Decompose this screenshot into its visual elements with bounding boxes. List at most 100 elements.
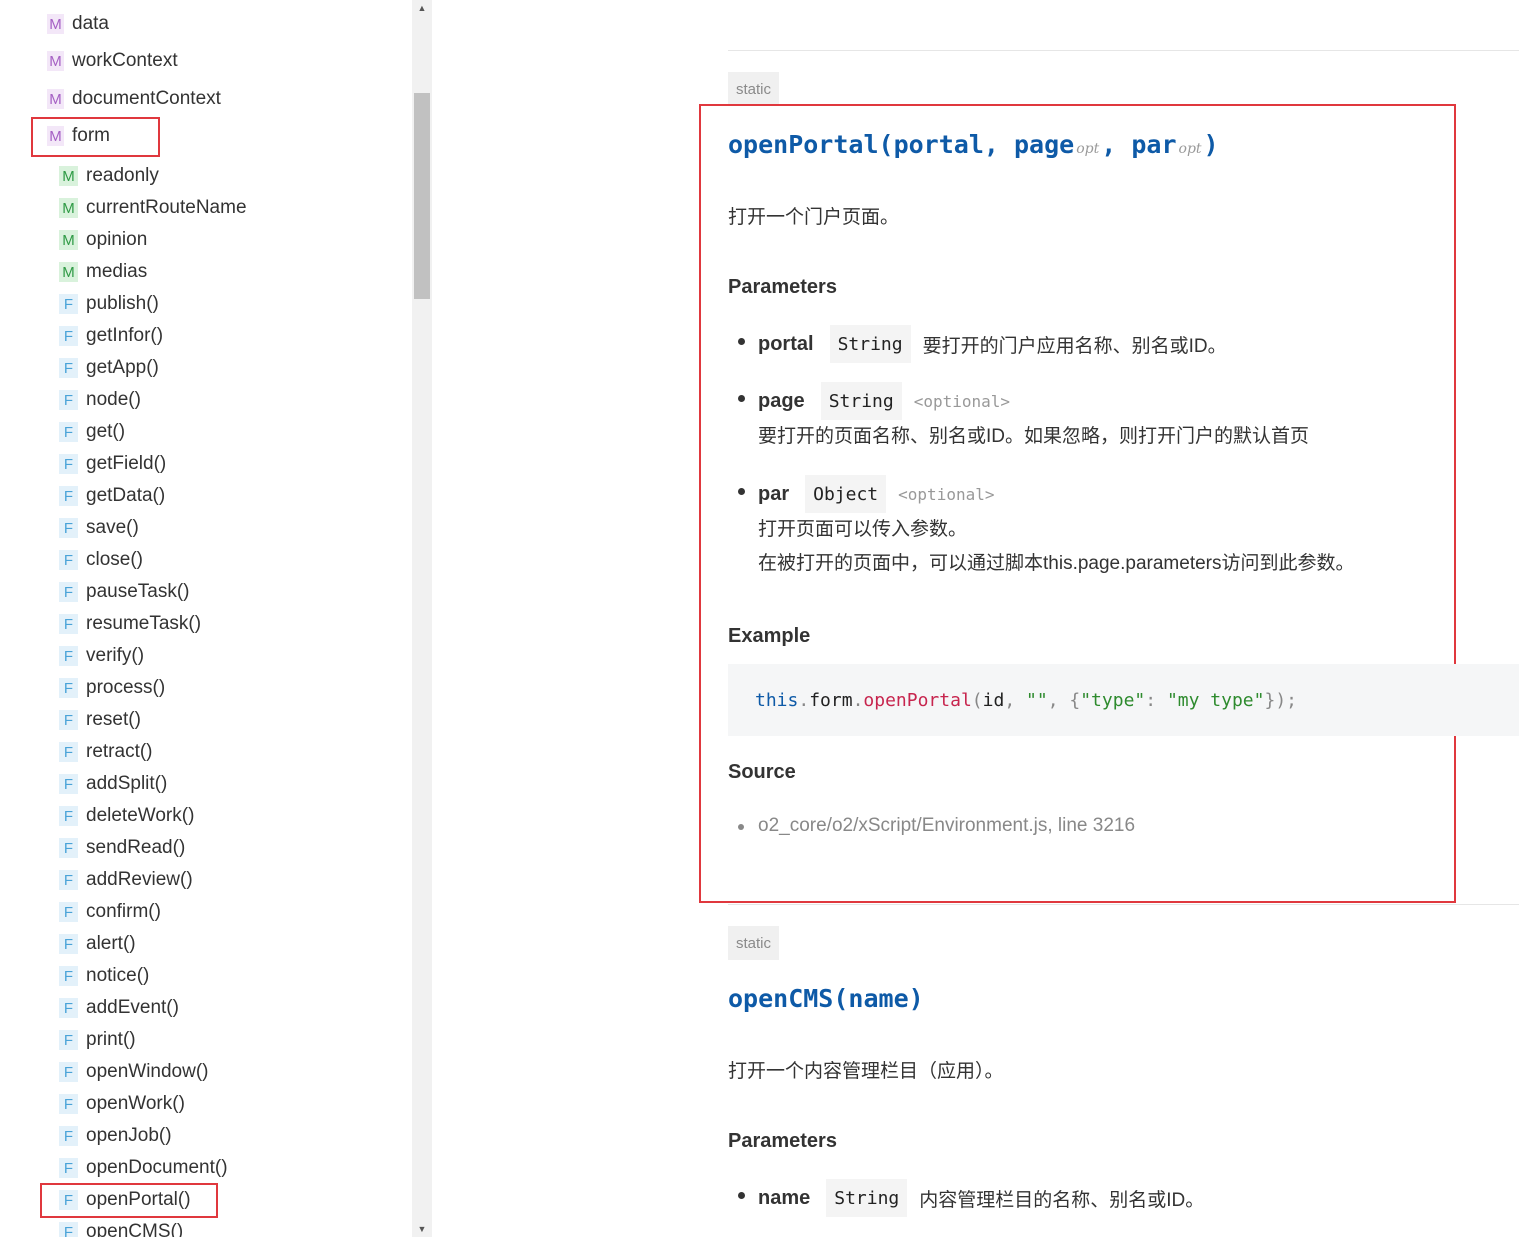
- sidebar-item-label: openWindow(): [86, 1061, 209, 1082]
- param-description: 要打开的门户应用名称、别名或ID。: [922, 335, 1227, 357]
- sidebar-item-publish[interactable]: Fpublish(): [59, 291, 159, 317]
- param-optional: <optional>: [913, 391, 1011, 411]
- function-badge: F: [59, 742, 78, 762]
- sidebar-item-label: workContext: [72, 50, 178, 71]
- code-token: }: [1264, 689, 1276, 711]
- sidebar-item-node[interactable]: Fnode(): [59, 387, 141, 413]
- doc-content: static openPortal(portal, page opt, par op…: [432, 0, 1519, 1237]
- sidebar-item-print[interactable]: Fprint(): [59, 1027, 136, 1053]
- sidebar-item-notice[interactable]: Fnotice(): [59, 963, 149, 989]
- param-type: String: [820, 382, 902, 420]
- code-token: form: [809, 689, 853, 711]
- sidebar-item-addreview[interactable]: FaddReview(): [59, 867, 193, 893]
- sidebar-item-addsplit[interactable]: FaddSplit(): [59, 771, 167, 797]
- sidebar-item-save[interactable]: Fsave(): [59, 515, 139, 541]
- sidebar-item-label: getApp(): [86, 357, 159, 378]
- scroll-down-arrow-icon[interactable]: ▼: [412, 1221, 432, 1237]
- sidebar-item-openwork[interactable]: FopenWork(): [59, 1091, 185, 1117]
- sidebar-item-get[interactable]: Fget(): [59, 419, 125, 445]
- sidebar-item-resumetask[interactable]: FresumeTask(): [59, 611, 201, 637]
- sidebar-item-label: readonly: [86, 165, 159, 186]
- code-token: .: [852, 689, 864, 711]
- sidebar-item-sendread[interactable]: FsendRead(): [59, 835, 185, 861]
- param-optional: <optional>: [898, 484, 995, 504]
- param-name: portal: [893, 130, 984, 159]
- function-badge: F: [59, 326, 78, 346]
- member-badge: M: [47, 14, 64, 34]
- code-token: id: [982, 689, 1005, 711]
- sidebar-item-label: documentContext: [72, 88, 221, 109]
- sidebar-item-opencms[interactable]: FopenCMS(): [59, 1219, 183, 1237]
- param-type: Object: [805, 475, 887, 513]
- sidebar-item-label: openJob(): [86, 1125, 172, 1146]
- sidebar-scrollbar[interactable]: ▲ ▼: [412, 0, 432, 1237]
- code-token: );: [1275, 689, 1298, 711]
- sidebar-item-data[interactable]: M data: [47, 11, 109, 37]
- sidebar-item-openjob[interactable]: FopenJob(): [59, 1123, 172, 1149]
- example-heading: Example: [728, 625, 811, 647]
- sidebar-item-medias[interactable]: M medias: [59, 259, 147, 285]
- function-badge: F: [59, 1158, 78, 1178]
- param-description: 打开页面可以传入参数。: [758, 519, 968, 540]
- member-badge: M: [59, 262, 78, 282]
- sidebar-item-label: sendRead(): [86, 837, 186, 858]
- static-tag: static: [728, 72, 780, 106]
- code-token: ,: [1004, 689, 1026, 711]
- sidebar-item-getfield[interactable]: FgetField(): [59, 451, 166, 477]
- sidebar-item-getinfor[interactable]: FgetInfor(): [59, 323, 163, 349]
- code-token: {: [1069, 689, 1081, 711]
- param-description: 在被打开的页面中，可以通过脚本this.page.parameters访问到此参…: [758, 553, 1355, 574]
- sidebar-item-addevent[interactable]: FaddEvent(): [59, 995, 179, 1021]
- code-token: openPortal: [863, 689, 972, 711]
- sidebar-item-getapp[interactable]: FgetApp(): [59, 355, 159, 381]
- function-badge: F: [59, 582, 78, 602]
- sidebar-item-label: addReview(): [86, 869, 193, 890]
- sidebar-item-getdata[interactable]: FgetData(): [59, 483, 165, 509]
- sidebar-item-retract[interactable]: Fretract(): [59, 739, 153, 765]
- sidebar-item-label: getField(): [86, 453, 167, 474]
- sidebar-item-label: close(): [86, 549, 144, 570]
- scroll-up-arrow-icon[interactable]: ▲: [412, 0, 432, 16]
- scrollbar-thumb[interactable]: [414, 93, 430, 299]
- code-token: ,: [1047, 689, 1070, 711]
- member-badge: M: [59, 198, 78, 218]
- paren: (: [878, 130, 894, 159]
- sidebar-item-process[interactable]: Fprocess(): [59, 675, 165, 701]
- sidebar-item-label: notice(): [86, 965, 150, 986]
- sidebar-item-opendocument[interactable]: FopenDocument(): [59, 1155, 228, 1181]
- sidebar-item-deletework[interactable]: FdeleteWork(): [59, 803, 194, 829]
- sidebar-item-opinion[interactable]: M opinion: [59, 227, 147, 253]
- bullet-icon: [738, 338, 745, 345]
- sidebar-item-currentroutename[interactable]: M currentRouteName: [59, 195, 247, 221]
- member-badge: M: [47, 89, 64, 109]
- comma: ,: [983, 130, 1014, 159]
- bullet-icon: [738, 488, 745, 495]
- param-name: par: [1131, 130, 1177, 159]
- function-badge: F: [59, 1094, 78, 1114]
- sidebar-item-reset[interactable]: Freset(): [59, 707, 141, 733]
- sidebar-item-label: publish(): [86, 293, 159, 314]
- sidebar-item-alert[interactable]: Falert(): [59, 931, 136, 957]
- optional-marker: opt: [1178, 141, 1202, 157]
- sidebar-item-label: save(): [86, 517, 139, 538]
- sidebar-item-readonly[interactable]: M readonly: [59, 163, 159, 189]
- sidebar-item-pausetask[interactable]: FpauseTask(): [59, 579, 190, 605]
- function-badge: F: [59, 550, 78, 570]
- function-badge: F: [59, 998, 78, 1018]
- sidebar-item-label: data: [72, 13, 109, 34]
- function-badge: F: [59, 294, 78, 314]
- sidebar-item-openwindow[interactable]: FopenWindow(): [59, 1059, 209, 1085]
- sidebar-item-close[interactable]: Fclose(): [59, 547, 143, 573]
- example-code-block[interactable]: this. form. openPortal(id, "", {"type": "m…: [728, 664, 1519, 736]
- bullet-icon: [738, 395, 745, 402]
- function-badge: F: [59, 774, 78, 794]
- sidebar-item-workcontext[interactable]: M workContext: [47, 48, 178, 74]
- param-item-par: par Object <optional> 打开页面可以传入参数。 在被打开的页…: [738, 475, 1355, 581]
- sidebar-item-confirm[interactable]: Fconfirm(): [59, 899, 161, 925]
- source-link[interactable]: o2_core/o2/xScript/Environment.js, line …: [758, 815, 1135, 836]
- sidebar-item-documentcontext[interactable]: M documentContext: [47, 86, 221, 112]
- sidebar-item-label: deleteWork(): [86, 805, 195, 826]
- function-badge: F: [59, 614, 78, 634]
- sidebar-item-label: alert(): [86, 933, 136, 954]
- sidebar-item-verify[interactable]: Fverify(): [59, 643, 144, 669]
